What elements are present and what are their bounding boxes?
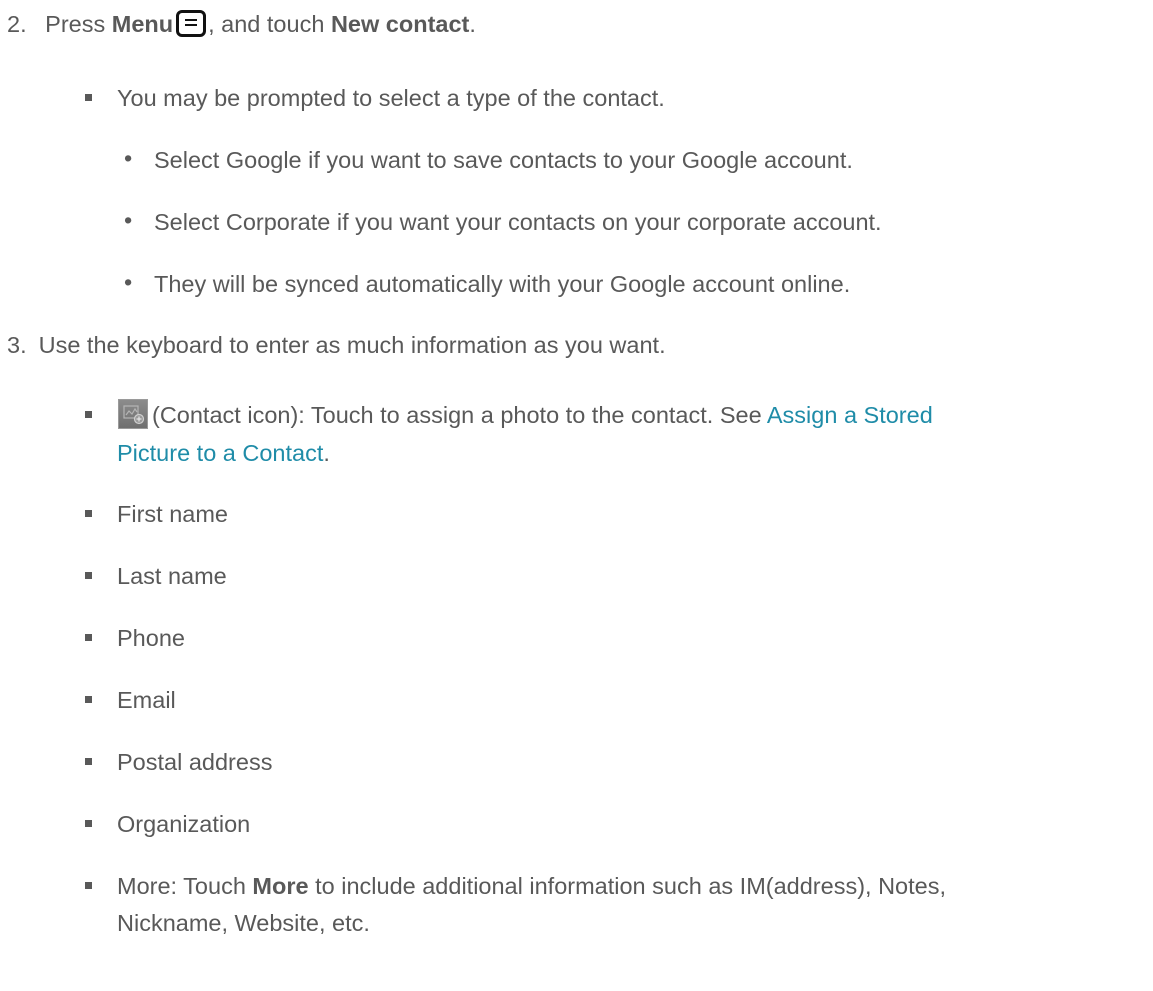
field-phone: Phone bbox=[117, 625, 185, 651]
step-2-new-contact: New contact bbox=[330, 11, 470, 37]
assign-picture-link-line2[interactable]: Picture to a Contact bbox=[117, 440, 323, 466]
field-first-name: First name bbox=[117, 501, 228, 527]
square-bullet bbox=[85, 882, 92, 889]
square-bullet bbox=[85, 696, 92, 703]
dot-bullet: • bbox=[124, 269, 133, 295]
contact-icon-description: (Contact icon): Touch to assign a photo … bbox=[152, 402, 767, 428]
more-item-line2: Nickname, Website, etc. bbox=[117, 910, 370, 936]
square-bullet bbox=[85, 411, 92, 418]
dot-bullet: • bbox=[124, 145, 133, 171]
sub-bullet-synced: They will be synced automatically with y… bbox=[154, 271, 851, 297]
sub-bullet-google: Select Google if you want to save contac… bbox=[154, 147, 853, 173]
square-bullet bbox=[85, 94, 92, 101]
step-2-number: 2. bbox=[7, 11, 27, 37]
contact-icon-text: (Contact icon): Touch to assign a photo … bbox=[152, 401, 933, 429]
step-3-number: 3. bbox=[7, 332, 27, 358]
step-3: 3. Use the keyboard to enter as much info… bbox=[7, 331, 666, 359]
square-bullet bbox=[85, 758, 92, 765]
step-3-text: Use the keyboard to enter as much inform… bbox=[38, 332, 666, 358]
contact-icon-text-line2: Picture to a Contact. bbox=[117, 439, 330, 467]
contact-icon-end: . bbox=[323, 440, 330, 466]
field-last-name: Last name bbox=[117, 563, 227, 589]
dot-bullet: • bbox=[124, 207, 133, 233]
prompt-text: You may be prompted to select a type of … bbox=[117, 85, 665, 111]
square-bullet bbox=[85, 510, 92, 517]
more-prefix: More: Touch bbox=[117, 873, 253, 899]
step-2: 2. Press Menu , and touch New contact. bbox=[7, 10, 476, 38]
field-postal-address: Postal address bbox=[117, 749, 273, 775]
step-2-press: Press bbox=[45, 11, 112, 37]
field-organization: Organization bbox=[117, 811, 251, 837]
more-item-line1: More: Touch More to include additional i… bbox=[117, 872, 946, 900]
step-2-mid: , and touch bbox=[208, 11, 331, 37]
menu-key-icon bbox=[176, 10, 207, 38]
more-bold: More bbox=[252, 873, 309, 899]
assign-picture-link-line1[interactable]: Assign a Stored bbox=[767, 402, 933, 428]
step-2-end: . bbox=[469, 11, 476, 37]
more-suffix: to include additional information such a… bbox=[308, 873, 947, 899]
step-2-menu-label: Menu bbox=[111, 11, 174, 37]
square-bullet bbox=[85, 634, 92, 641]
sub-bullet-corporate: Select Corporate if you want your contac… bbox=[154, 209, 882, 235]
square-bullet bbox=[85, 572, 92, 579]
square-bullet bbox=[85, 820, 92, 827]
field-email: Email bbox=[117, 687, 176, 713]
contact-photo-icon bbox=[118, 399, 148, 429]
